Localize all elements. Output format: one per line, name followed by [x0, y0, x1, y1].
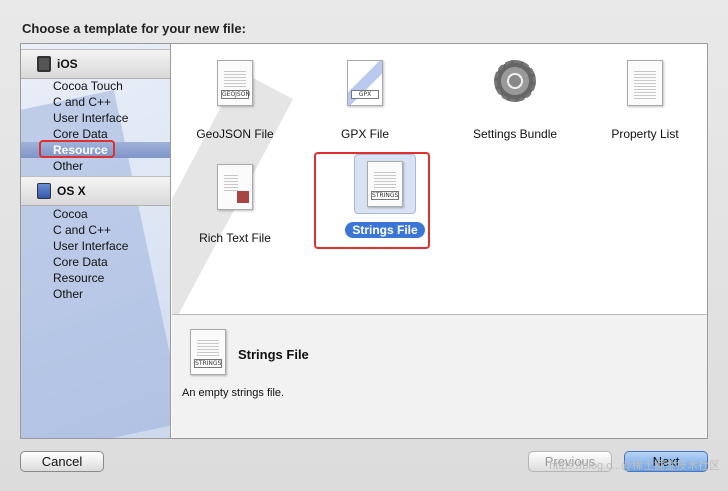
- template-label: GPX File: [340, 127, 389, 141]
- sidebar-item-osx-core-data[interactable]: Core Data: [21, 254, 170, 270]
- sidebar-item-user-interface[interactable]: User Interface: [21, 110, 170, 126]
- sidebar-item-osx-other[interactable]: Other: [21, 286, 170, 302]
- template-gpx[interactable]: GPX GPX File: [300, 54, 430, 142]
- property-list-icon: [627, 60, 663, 106]
- template-settings-bundle[interactable]: Settings Bundle: [450, 54, 580, 142]
- template-grid: GEOJSON GeoJSON File GPX GPX File Settin…: [172, 44, 707, 314]
- template-property-list[interactable]: Property List: [580, 54, 707, 142]
- group-ios[interactable]: iOS: [21, 49, 170, 79]
- highlight-box-resource: [39, 140, 115, 158]
- group-ios-label: iOS: [57, 57, 78, 71]
- template-label: Settings Bundle: [472, 127, 558, 141]
- dialog-title: Choose a template for your new file:: [22, 21, 246, 36]
- detail-title: Strings File: [238, 347, 309, 362]
- sidebar-item-cocoa[interactable]: Cocoa: [21, 206, 170, 222]
- strings-icon: STRINGS: [190, 329, 226, 375]
- sidebar-item-c-and-cpp[interactable]: C and C++: [21, 94, 170, 110]
- gpx-icon: GPX: [347, 60, 383, 106]
- sidebar-item-osx-resource[interactable]: Resource: [21, 270, 170, 286]
- template-label: Rich Text File: [199, 231, 271, 245]
- template-rich-text[interactable]: Rich Text File: [172, 158, 300, 246]
- template-panel: iOS Cocoa Touch C and C++ User Interface…: [20, 43, 708, 439]
- settings-gear-icon: [494, 60, 536, 102]
- highlight-box-strings: [314, 152, 430, 249]
- mac-icon: [37, 183, 51, 199]
- watermark-text: https://blog.c...@稀土掘金技术社区: [549, 460, 720, 472]
- sidebar-item-osx-user-interface[interactable]: User Interface: [21, 238, 170, 254]
- template-detail: STRINGS Strings File An empty strings fi…: [172, 314, 707, 438]
- rich-text-icon: [217, 164, 253, 210]
- cancel-button[interactable]: Cancel: [20, 451, 104, 472]
- geojson-icon: GEOJSON: [217, 60, 253, 106]
- category-sidebar: iOS Cocoa Touch C and C++ User Interface…: [21, 44, 171, 438]
- group-osx[interactable]: OS X: [21, 176, 170, 206]
- sidebar-item-other[interactable]: Other: [21, 158, 170, 174]
- sidebar-item-cocoa-touch[interactable]: Cocoa Touch: [21, 78, 170, 94]
- template-label: GeoJSON File: [196, 127, 274, 141]
- detail-description: An empty strings file.: [182, 387, 285, 399]
- ios-device-icon: [37, 56, 51, 72]
- sidebar-item-osx-c-and-cpp[interactable]: C and C++: [21, 222, 170, 238]
- template-label: Property List: [611, 127, 679, 141]
- template-geojson[interactable]: GEOJSON GeoJSON File: [172, 54, 300, 142]
- group-osx-label: OS X: [57, 184, 86, 198]
